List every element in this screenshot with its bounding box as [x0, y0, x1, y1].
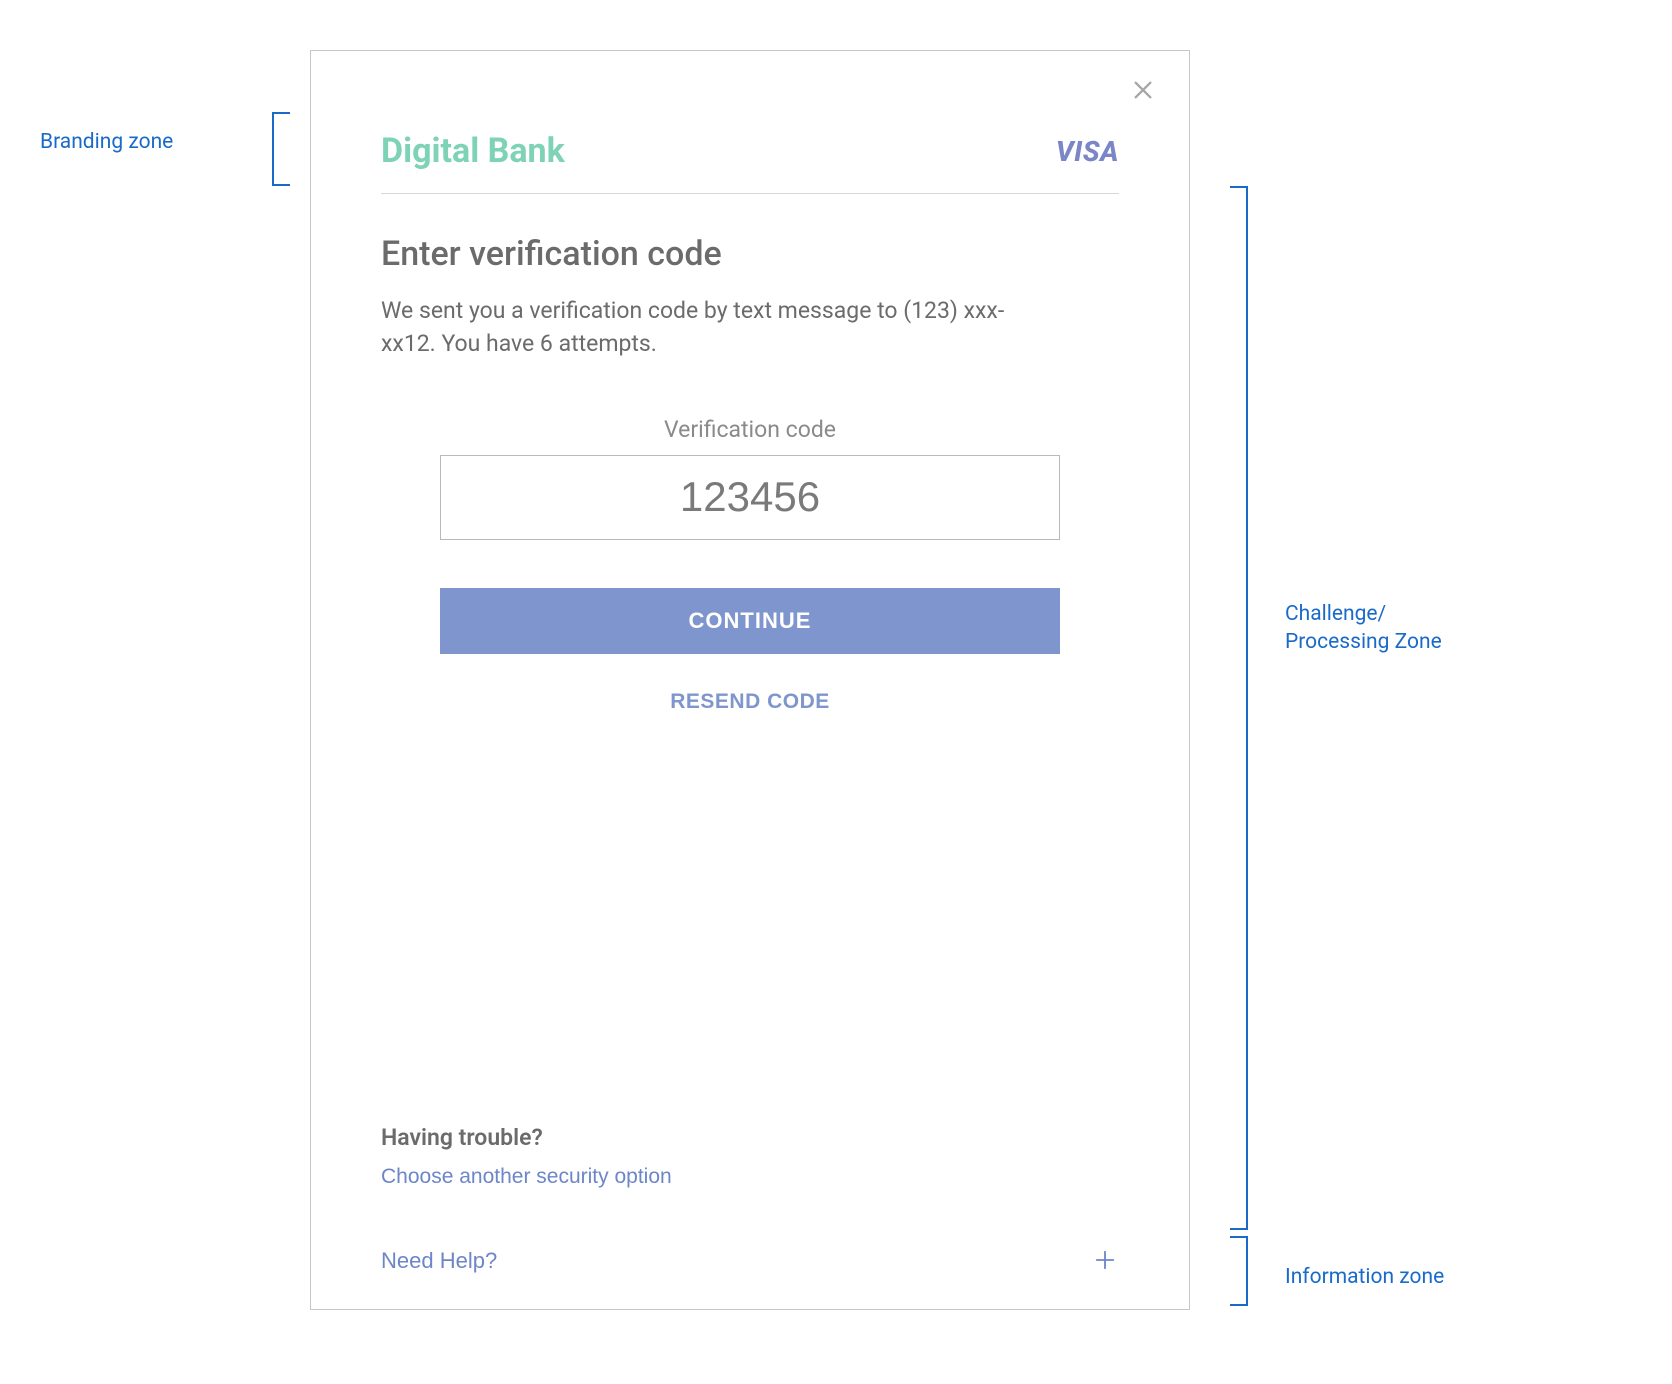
zone-label-challenge-line2: Processing Zone — [1285, 630, 1442, 654]
zone-label-information: Information zone — [1285, 1265, 1444, 1289]
challenge-zone: Enter verification code We sent you a ve… — [311, 194, 1189, 714]
verification-dialog: Digital Bank VISA Enter verification cod… — [310, 50, 1190, 1310]
zone-label-branding: Branding zone — [40, 130, 173, 154]
information-zone: Need Help? — [381, 1247, 1119, 1275]
close-icon — [1132, 79, 1154, 104]
dialog-title: Enter verification code — [381, 234, 1119, 274]
diagram-canvas: Branding zone Challenge/ Processing Zone… — [0, 0, 1672, 1384]
close-button[interactable] — [1127, 75, 1159, 107]
dialog-description: We sent you a verification code by text … — [381, 294, 1021, 361]
trouble-zone: Having trouble? Choose another security … — [381, 1124, 1119, 1189]
bracket-branding — [272, 112, 290, 186]
need-help-link[interactable]: Need Help? — [381, 1248, 497, 1274]
continue-button[interactable]: CONTINUE — [440, 588, 1060, 654]
bracket-information — [1230, 1236, 1248, 1306]
expand-help-button[interactable] — [1091, 1247, 1119, 1275]
plus-icon — [1094, 1249, 1116, 1274]
resend-button[interactable]: RESEND CODE — [670, 690, 830, 714]
bank-logo: Digital Bank — [381, 131, 565, 171]
trouble-title: Having trouble? — [381, 1124, 1119, 1151]
code-input-label: Verification code — [381, 416, 1119, 443]
bracket-challenge — [1230, 186, 1248, 1230]
choose-another-option-link[interactable]: Choose another security option — [381, 1165, 672, 1189]
zone-label-challenge: Challenge/ Processing Zone — [1285, 600, 1442, 657]
code-input[interactable] — [440, 455, 1060, 540]
code-section: Verification code CONTINUE RESEND CODE — [381, 416, 1119, 714]
zone-label-challenge-line1: Challenge/ — [1285, 602, 1386, 626]
branding-zone: Digital Bank VISA — [311, 51, 1189, 171]
visa-logo: VISA — [1056, 135, 1119, 168]
